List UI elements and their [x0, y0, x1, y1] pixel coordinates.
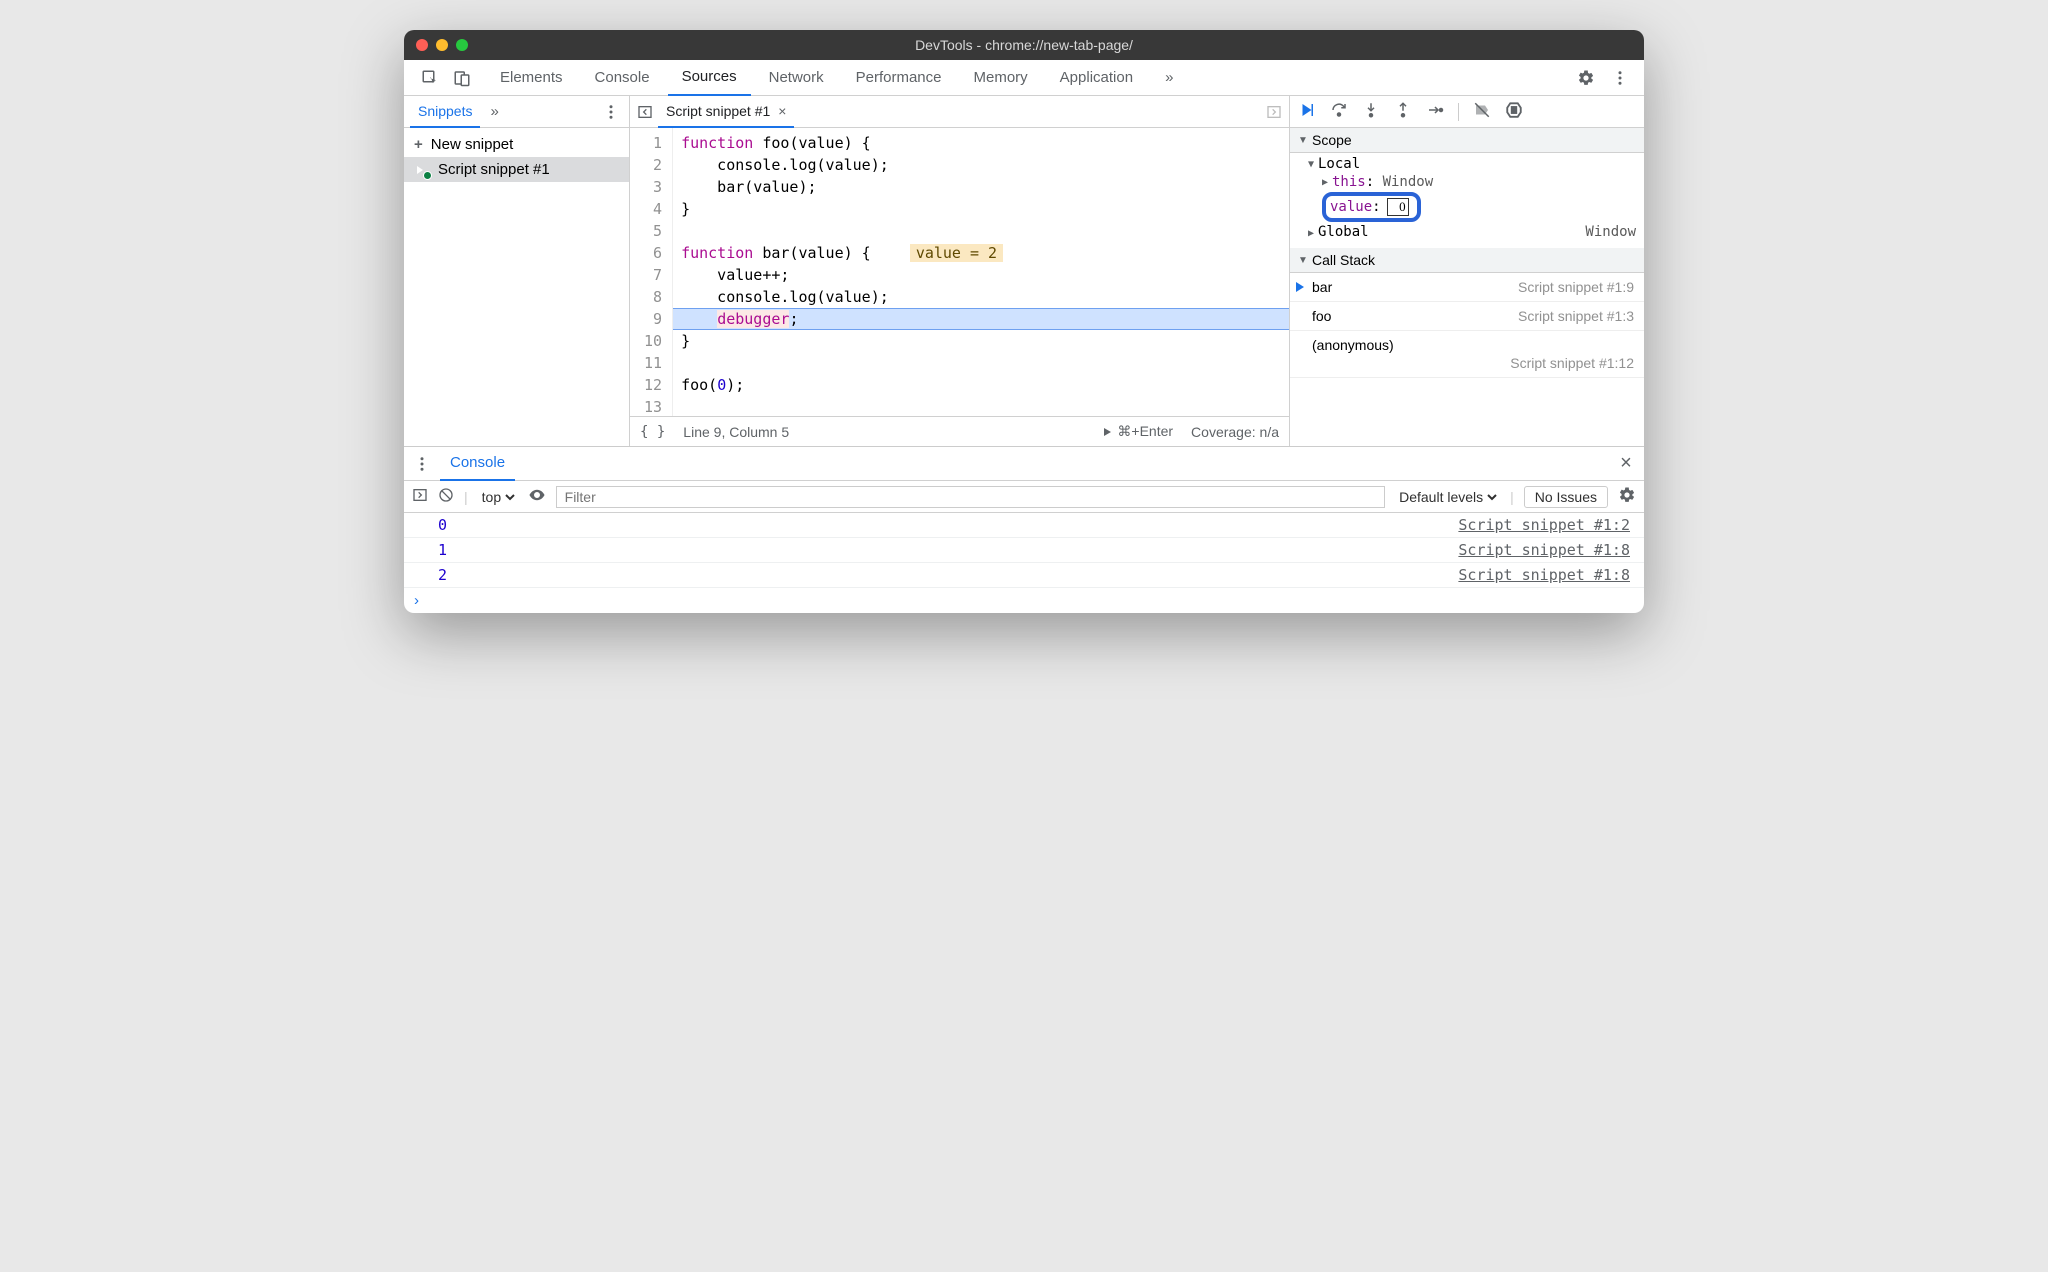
tab-sources[interactable]: Sources	[668, 60, 751, 96]
tab-network[interactable]: Network	[755, 60, 838, 96]
navigator-sidebar: Snippets » + New snippet Script snippet …	[404, 96, 630, 446]
toggle-debugger-icon[interactable]	[1263, 104, 1285, 120]
sidebar-kebab-icon[interactable]	[599, 100, 623, 124]
kebab-menu-icon[interactable]	[1608, 66, 1632, 90]
editor-status-bar: { } Line 9, Column 5 ⌘+Enter Coverage: n…	[630, 416, 1289, 446]
snippet-list-item[interactable]: Script snippet #1	[404, 157, 629, 182]
execution-context-select[interactable]: top	[478, 488, 518, 506]
run-snippet-button[interactable]: ⌘+Enter	[1101, 423, 1173, 440]
code-content[interactable]: function foo(value) { console.log(value)…	[673, 128, 1289, 416]
console-log-row: 1Script snippet #1:8	[404, 538, 1644, 563]
scope-value-input[interactable]	[1387, 198, 1409, 216]
line-number-gutter: 12345678910111213	[630, 128, 673, 416]
scope-local-row[interactable]: ▼ Local	[1290, 155, 1644, 173]
console-log-row: 0Script snippet #1:2	[404, 513, 1644, 538]
debugger-toolbar	[1290, 96, 1644, 128]
chevron-down-icon: ▼	[1308, 159, 1318, 170]
console-drawer: Console × | top Default levels | No Issu…	[404, 446, 1644, 613]
step-icon[interactable]	[1426, 101, 1444, 122]
snippet-item-label: Script snippet #1	[438, 161, 550, 178]
scope-label: Scope	[1312, 132, 1352, 148]
scope-header[interactable]: ▼ Scope	[1290, 128, 1644, 153]
debugger-pane: ▼ Scope ▼ Local ▶ this: Window value:	[1290, 96, 1644, 446]
tab-memory[interactable]: Memory	[960, 60, 1042, 96]
console-log-row: 2Script snippet #1:8	[404, 563, 1644, 588]
inspect-element-icon[interactable]	[418, 66, 442, 90]
console-sidebar-toggle-icon[interactable]	[412, 487, 428, 506]
new-snippet-button[interactable]: + New snippet	[404, 132, 629, 157]
plus-icon: +	[414, 136, 423, 153]
callstack-anonymous-row[interactable]: (anonymous)	[1290, 331, 1644, 355]
drawer-kebab-icon[interactable]	[410, 452, 434, 476]
step-over-icon[interactable]	[1330, 101, 1348, 122]
chevron-right-icon: ▶	[1322, 177, 1332, 188]
console-toolbar: | top Default levels | No Issues	[404, 481, 1644, 513]
console-log-list: 0Script snippet #1:21Script snippet #1:8…	[404, 513, 1644, 588]
editing-value-highlight: value:	[1322, 192, 1421, 222]
device-toolbar-icon[interactable]	[450, 66, 474, 90]
tab-application[interactable]: Application	[1046, 60, 1147, 96]
drawer-tab-console[interactable]: Console	[440, 447, 515, 481]
resume-icon[interactable]	[1298, 101, 1316, 122]
close-tab-icon[interactable]: ×	[778, 103, 786, 119]
callstack-anonymous-loc: Script snippet #1:12	[1290, 355, 1644, 378]
deactivate-breakpoints-icon[interactable]	[1473, 101, 1491, 122]
new-snippet-label: New snippet	[431, 136, 514, 153]
chevron-right-icon: ▶	[1308, 228, 1318, 239]
tab-elements[interactable]: Elements	[486, 60, 577, 96]
issues-button[interactable]: No Issues	[1524, 486, 1608, 508]
step-into-icon[interactable]	[1362, 101, 1380, 122]
window-title: DevTools - chrome://new-tab-page/	[404, 37, 1644, 53]
live-expression-icon[interactable]	[528, 486, 546, 507]
devtools-window: DevTools - chrome://new-tab-page/ Elemen…	[404, 30, 1644, 613]
tab-console[interactable]: Console	[581, 60, 664, 96]
tab-more[interactable]: »	[1151, 60, 1187, 96]
editor-tab-label: Script snippet #1	[666, 103, 770, 119]
console-log-source-link[interactable]: Script snippet #1:8	[1458, 566, 1630, 584]
console-log-source-link[interactable]: Script snippet #1:8	[1458, 541, 1630, 559]
callstack-header[interactable]: ▼ Call Stack	[1290, 248, 1644, 273]
sidebar-tab-snippets[interactable]: Snippets	[410, 96, 480, 128]
console-filter-input[interactable]	[556, 486, 1385, 508]
editor-tab[interactable]: Script snippet #1 ×	[658, 96, 794, 128]
callstack-row[interactable]: bar Script snippet #1:9	[1290, 273, 1644, 302]
console-log-source-link[interactable]: Script snippet #1:2	[1458, 516, 1630, 534]
scope-global-row[interactable]: ▶Global Window	[1290, 223, 1644, 244]
toggle-navigator-icon[interactable]	[634, 104, 656, 120]
titlebar: DevTools - chrome://new-tab-page/	[404, 30, 1644, 60]
snippet-file-icon	[414, 162, 430, 178]
callstack-row[interactable]: foo Script snippet #1:3	[1290, 302, 1644, 331]
main-tabs: Elements Console Sources Network Perform…	[404, 60, 1644, 96]
pretty-print-icon[interactable]: { }	[640, 424, 665, 440]
console-settings-icon[interactable]	[1618, 486, 1636, 507]
pause-on-exceptions-icon[interactable]	[1505, 101, 1523, 122]
scope-value-row[interactable]: value:	[1290, 191, 1644, 223]
callstack-label: Call Stack	[1312, 252, 1375, 268]
log-levels-select[interactable]: Default levels	[1395, 488, 1500, 506]
chevron-down-icon: ▼	[1298, 135, 1308, 146]
step-out-icon[interactable]	[1394, 101, 1412, 122]
close-drawer-icon[interactable]: ×	[1614, 452, 1638, 476]
settings-icon[interactable]	[1574, 66, 1598, 90]
console-prompt[interactable]: ›	[404, 588, 1644, 613]
chevron-down-icon: ▼	[1298, 255, 1308, 266]
coverage-status: Coverage: n/a	[1191, 424, 1279, 440]
clear-console-icon[interactable]	[438, 487, 454, 506]
sidebar-tab-more[interactable]: »	[484, 103, 504, 120]
editor-pane: Script snippet #1 × 12345678910111213 fu…	[630, 96, 1290, 446]
scope-this-row[interactable]: ▶ this: Window	[1290, 173, 1644, 191]
cursor-position: Line 9, Column 5	[683, 424, 789, 440]
tab-performance[interactable]: Performance	[842, 60, 956, 96]
